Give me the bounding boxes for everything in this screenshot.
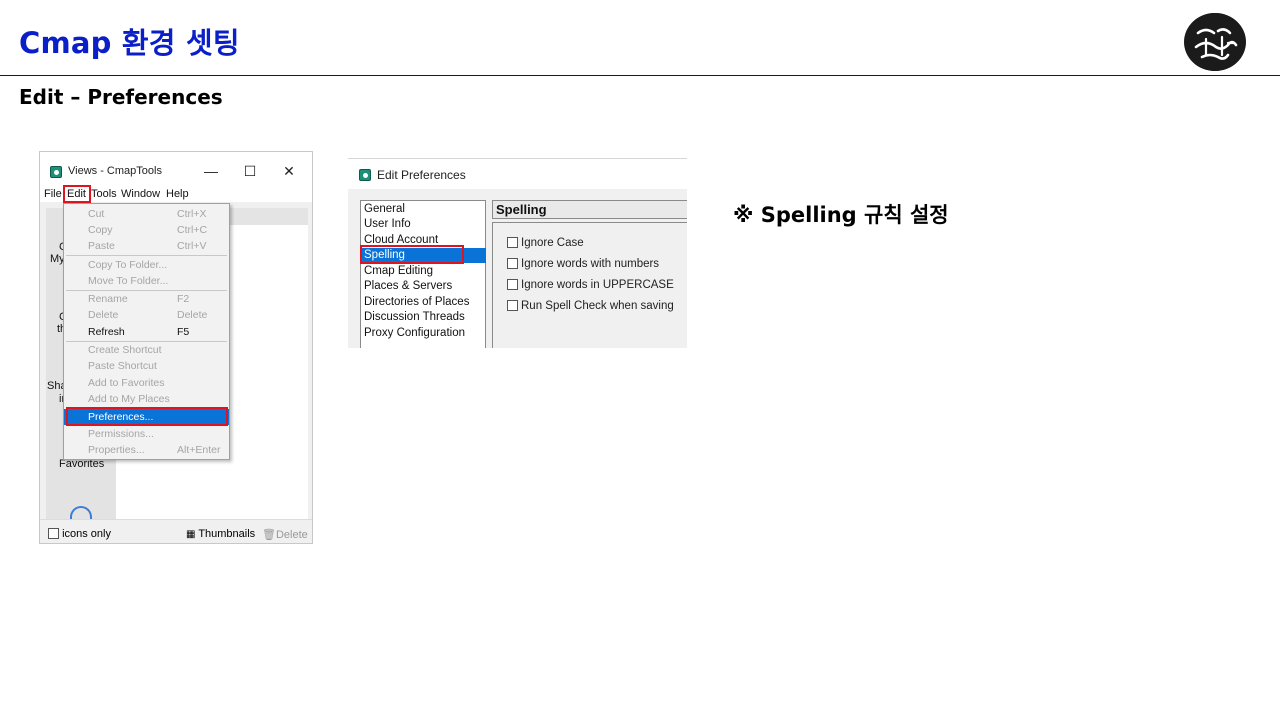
- trash-icon: 🗑: [262, 529, 276, 541]
- views-titlebar: Views - CmapTools — ☐ ✕: [40, 152, 312, 185]
- menu-item-copy[interactable]: Copy Ctrl+C: [64, 222, 229, 238]
- slide-subtitle: Edit – Preferences: [19, 85, 223, 109]
- menu-file[interactable]: File: [44, 188, 62, 200]
- category-directories-of-places[interactable]: Directories of Places: [362, 295, 486, 310]
- menu-separator: [66, 255, 227, 256]
- menu-item-copy-to-folder[interactable]: Copy To Folder...: [64, 257, 229, 273]
- option-ignore-case[interactable]: Ignore Case: [507, 237, 584, 249]
- option-label: Run Spell Check when saving: [521, 300, 674, 312]
- thumbnails-button[interactable]: ▦ Thumbnails: [186, 528, 255, 540]
- slide-title: Cmap 환경 셋팅: [19, 26, 240, 60]
- menu-help[interactable]: Help: [166, 188, 189, 200]
- option-label: Ignore words with numbers: [521, 258, 660, 270]
- category-proxy-configuration[interactable]: Proxy Configuration: [362, 326, 486, 341]
- spelling-note: ※ Spelling 규칙 설정: [733, 203, 949, 227]
- maximize-icon[interactable]: ☐: [237, 162, 263, 180]
- menu-item-paste-shortcut[interactable]: Paste Shortcut: [64, 358, 229, 374]
- menu-tools[interactable]: Tools: [91, 188, 117, 200]
- ignore-case-checkbox[interactable]: [507, 237, 518, 248]
- preferences-titlebar: Edit Preferences: [348, 159, 687, 189]
- spelling-panel-title: Spelling: [492, 200, 687, 219]
- thumbnails-icon: ▦: [186, 529, 196, 540]
- spelling-options-panel: Ignore Case Ignore words with numbers Ig…: [492, 222, 687, 348]
- category-cmap-editing[interactable]: Cmap Editing: [362, 264, 486, 279]
- minimize-icon[interactable]: —: [198, 162, 224, 180]
- option-ignore-uppercase[interactable]: Ignore words in UPPERCASE: [507, 279, 674, 291]
- option-spell-check-on-save[interactable]: Run Spell Check when saving: [507, 300, 674, 312]
- ignore-uppercase-checkbox[interactable]: [507, 279, 518, 290]
- close-icon[interactable]: ✕: [276, 162, 302, 180]
- spell-check-on-save-checkbox[interactable]: [507, 300, 518, 311]
- views-window-title: Views - CmapTools: [68, 165, 162, 177]
- menu-item-properties[interactable]: Properties... Alt+Enter: [64, 442, 229, 458]
- icons-only-label: icons only: [62, 528, 111, 540]
- cmaptools-app-icon: [359, 169, 371, 181]
- spelling-highlight: [360, 245, 464, 264]
- category-general[interactable]: General: [362, 202, 486, 217]
- delete-button[interactable]: 🗑Delete: [262, 528, 308, 541]
- icons-only-toggle[interactable]: icons only: [48, 528, 111, 540]
- menu-item-delete[interactable]: Delete Delete: [64, 307, 229, 323]
- menu-item-paste[interactable]: Paste Ctrl+V: [64, 238, 229, 254]
- thumbnails-label: Thumbnails: [198, 528, 256, 540]
- menu-item-rename[interactable]: Rename F2: [64, 291, 229, 307]
- preferences-highlight: [66, 407, 228, 426]
- menu-item-move-to-folder[interactable]: Move To Folder...: [64, 273, 229, 289]
- category-places-servers[interactable]: Places & Servers: [362, 279, 486, 294]
- cmaptools-app-icon: [50, 166, 62, 178]
- menu-item-create-shortcut[interactable]: Create Shortcut: [64, 342, 229, 358]
- edit-menu-highlight: [63, 185, 91, 203]
- category-user-info[interactable]: User Info: [362, 217, 486, 232]
- option-label: Ignore words in UPPERCASE: [521, 279, 674, 291]
- preferences-category-list: General User Info Cloud Account Spelling…: [360, 200, 486, 348]
- title-divider: [0, 75, 1280, 76]
- views-bottom-bar: icons only ▦ Thumbnails 🗑Delete: [40, 519, 312, 543]
- option-label: Ignore Case: [521, 237, 584, 249]
- icons-only-checkbox[interactable]: [48, 528, 59, 539]
- menu-window[interactable]: Window: [121, 188, 160, 200]
- edit-preferences-window: Edit Preferences General User Info Cloud…: [348, 158, 687, 348]
- views-window: Views - CmapTools — ☐ ✕ File Edit Tools …: [39, 151, 313, 544]
- option-ignore-numbers[interactable]: Ignore words with numbers: [507, 258, 659, 270]
- preferences-window-title: Edit Preferences: [377, 168, 466, 182]
- menu-item-refresh[interactable]: Refresh F5: [64, 324, 229, 340]
- ignore-numbers-checkbox[interactable]: [507, 258, 518, 269]
- delete-label: Delete: [275, 529, 308, 541]
- menu-item-add-to-favorites[interactable]: Add to Favorites: [64, 375, 229, 391]
- menu-item-add-to-my-places[interactable]: Add to My Places: [64, 391, 229, 407]
- category-discussion-threads[interactable]: Discussion Threads: [362, 310, 486, 325]
- menu-item-permissions[interactable]: Permissions...: [64, 426, 229, 442]
- logo: [1184, 13, 1246, 71]
- menu-item-cut[interactable]: Cut Ctrl+X: [64, 206, 229, 222]
